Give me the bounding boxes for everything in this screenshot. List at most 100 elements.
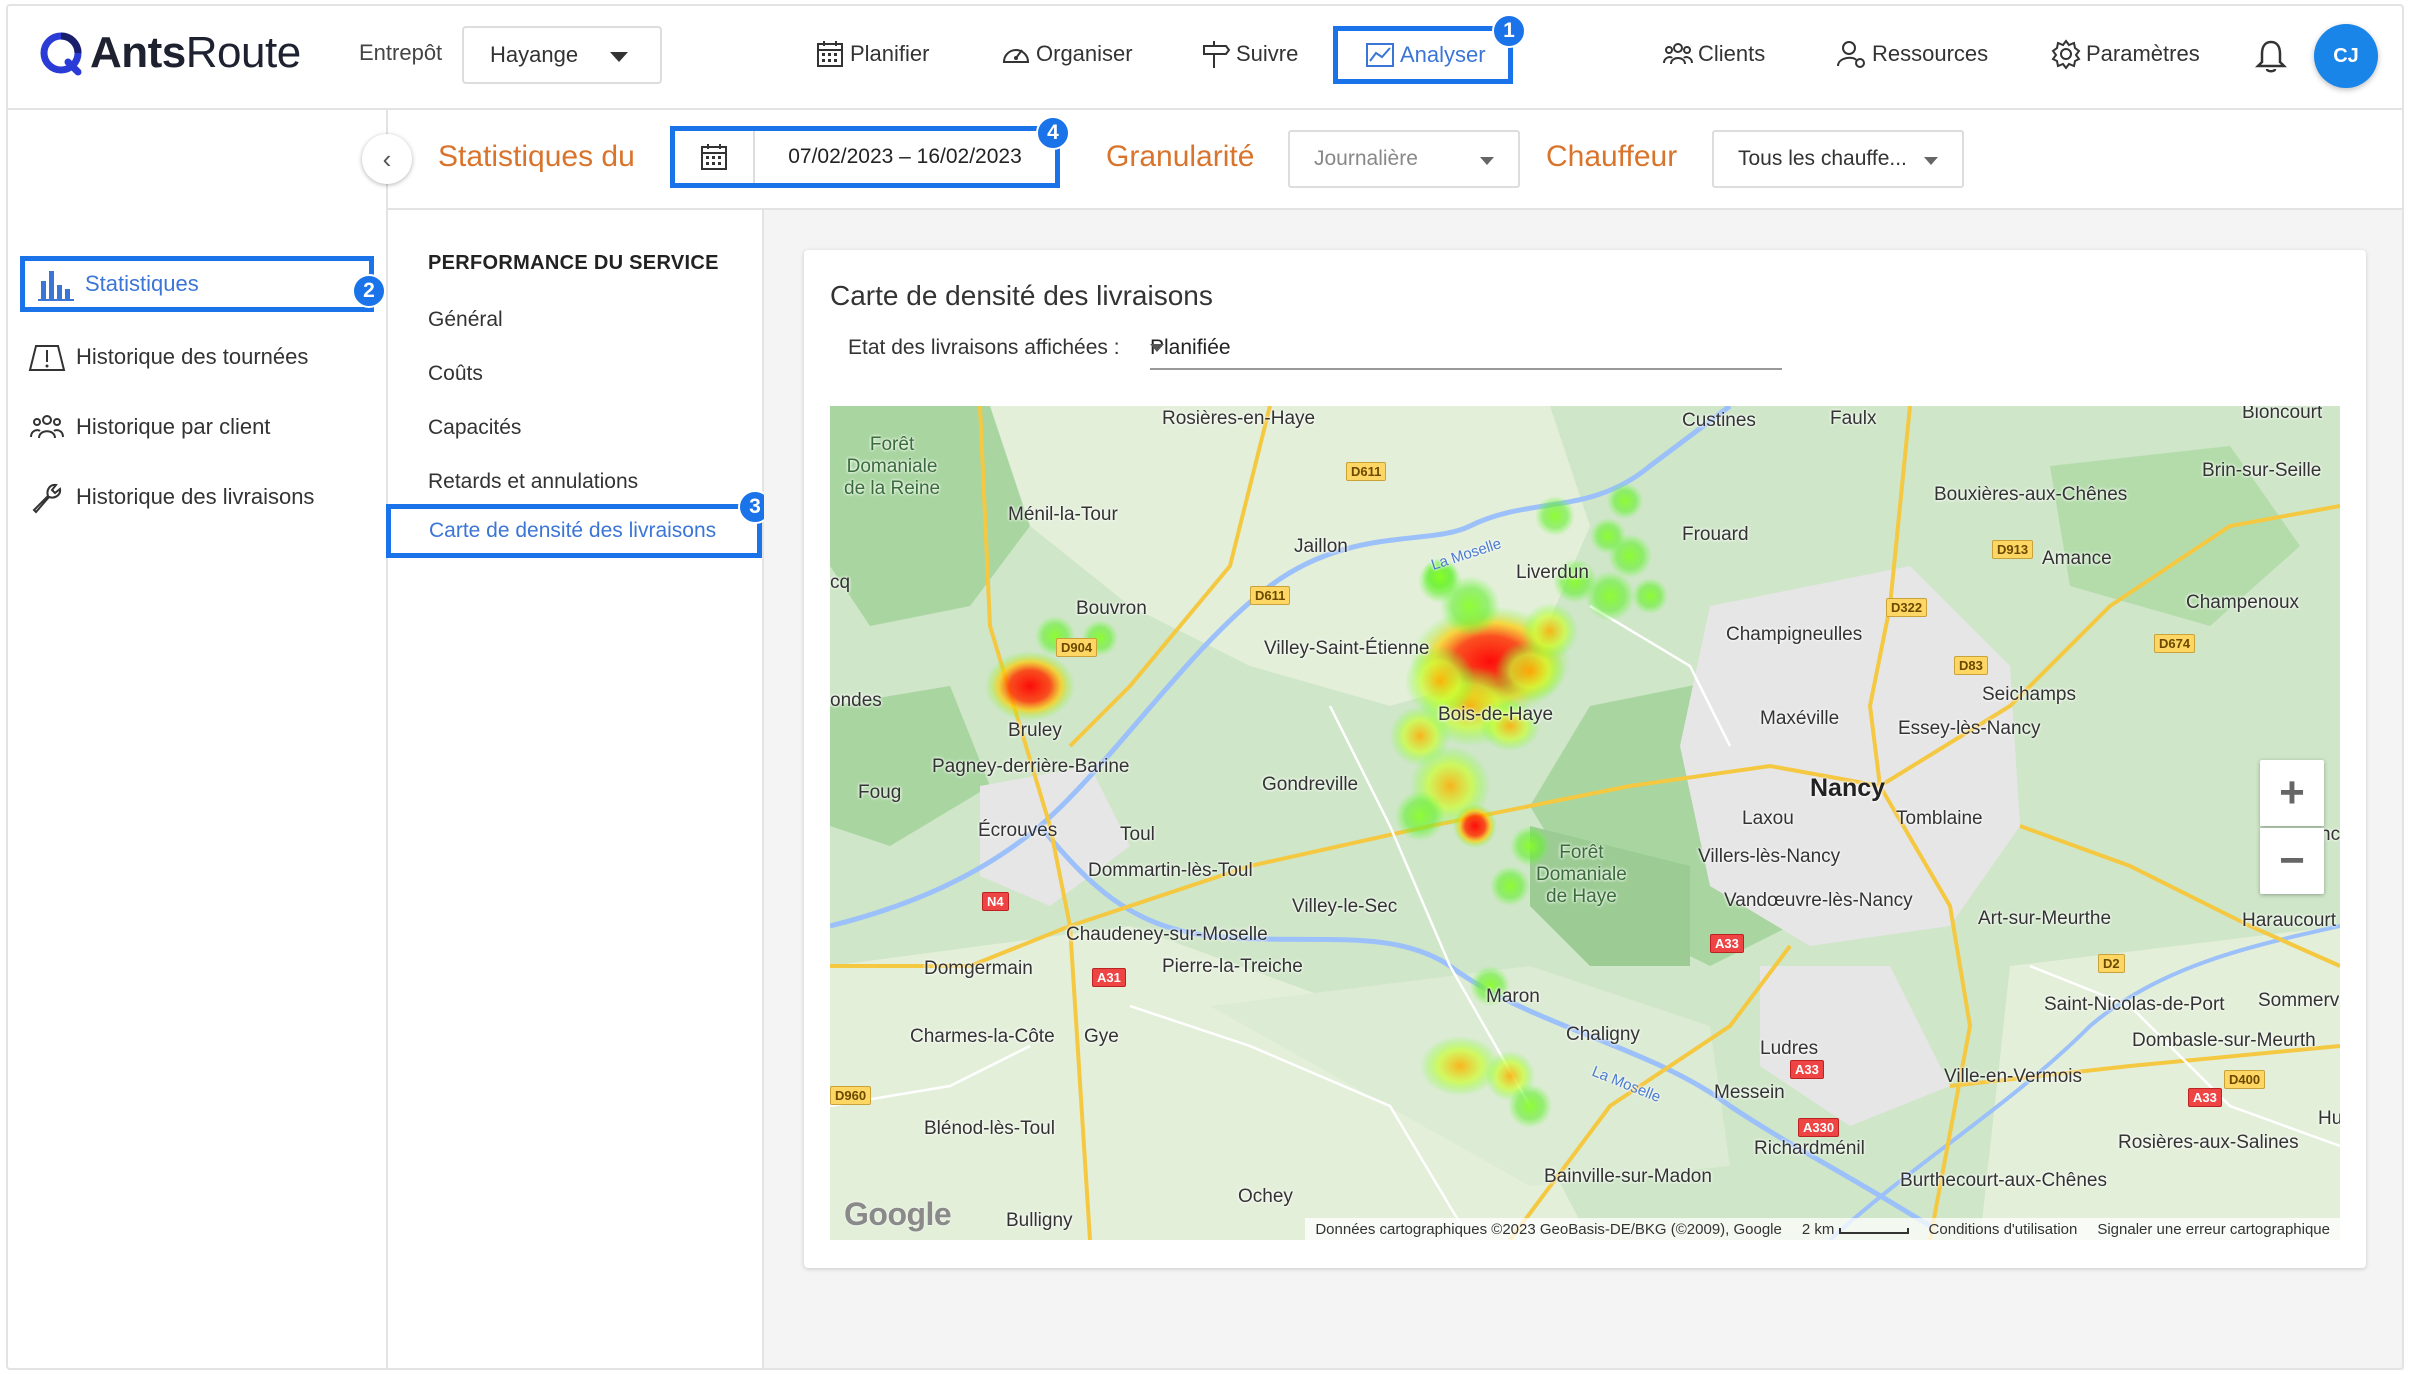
user-avatar[interactable]: CJ <box>2314 24 2378 88</box>
map-label: Brin-sur-Seille <box>2202 460 2322 481</box>
sidebar-item-historique-client[interactable]: Historique par client <box>28 410 270 444</box>
map-label: Toul <box>1120 824 1155 845</box>
delivery-state-select[interactable]: Planifiée <box>1150 330 1782 370</box>
step-badge-2: 2 <box>352 274 386 308</box>
map-terms-link[interactable]: Conditions d'utilisation <box>1929 1221 2078 1238</box>
delivery-density-map[interactable]: Rosières-en-Haye Custines Faulx Bioncour… <box>830 406 2340 1240</box>
antsroute-logo-icon <box>40 32 82 76</box>
submenu-item-couts[interactable]: Coûts <box>428 362 483 386</box>
map-label: Bioncourt <box>2242 406 2323 423</box>
sidebar-item-label: Statistiques <box>85 271 199 296</box>
road-shield: N4 <box>982 892 1009 911</box>
antsroute-logo[interactable]: AntsRoute <box>38 28 301 78</box>
road-shield: A33 <box>1790 1060 1824 1079</box>
submenu-item-label: Carte de densité des livraisons <box>429 519 717 542</box>
map-label: Charmes-la-Côte <box>910 1026 1055 1047</box>
nav-ressources[interactable]: Ressources <box>1836 36 1988 72</box>
map-label: Bois-de-Haye <box>1438 704 1554 725</box>
map-label: Burthecourt-aux-Chênes <box>1900 1170 2107 1191</box>
submenu-item-carte-densite[interactable]: Carte de densité des livraisons <box>386 504 762 558</box>
driver-select[interactable]: Tous les chauffe... <box>1712 130 1964 188</box>
road-shield: D611 <box>1250 586 1291 605</box>
map-label: Richardménil <box>1754 1138 1865 1159</box>
users-icon <box>1663 43 1693 65</box>
map-label: Bulligny <box>1006 1210 1073 1231</box>
logo-text: AntsRoute <box>90 28 301 77</box>
card-title: Carte de densité des livraisons <box>830 280 1213 311</box>
map-label: Amance <box>2042 548 2112 569</box>
map-zoom-in-button[interactable]: + <box>2260 760 2324 826</box>
map-label: Dommartin-lès-Toul <box>1088 860 1253 881</box>
nav-ressources-label: Ressources <box>1872 41 1989 66</box>
gear-icon <box>2051 39 2081 70</box>
analytics-chart-icon <box>1366 43 1394 67</box>
map-icon <box>28 345 66 371</box>
map-label: Jaillon <box>1294 536 1348 557</box>
map-label: Bainville-sur-Madon <box>1544 1166 1712 1187</box>
sidebar-item-statistiques[interactable]: Statistiques <box>20 256 374 312</box>
map-label: Art-sur-Meurthe <box>1978 908 2112 929</box>
road-shield: D611 <box>1346 462 1387 481</box>
road-shield: A330 <box>1798 1118 1840 1137</box>
map-label: ondes <box>830 690 882 711</box>
map-label: Maxéville <box>1760 708 1840 729</box>
submenu-item-capacites[interactable]: Capacités <box>428 416 521 440</box>
map-label-forest: Forêt Domaniale de la Reine <box>844 434 941 499</box>
date-range-picker[interactable]: 07/02/2023 – 16/02/2023 <box>670 126 1060 188</box>
map-label: Essey-lès-Nancy <box>1898 718 2041 739</box>
road-shield: D913 <box>1992 540 2034 559</box>
map-zoom-out-button[interactable]: − <box>2260 828 2324 894</box>
road-shield: A33 <box>1710 934 1744 953</box>
submenu-item-retards[interactable]: Retards et annulations <box>428 470 638 494</box>
submenu-item-general[interactable]: Général <box>428 308 503 332</box>
google-logo[interactable]: Google <box>844 1196 952 1233</box>
map-label: Champenoux <box>2186 592 2300 613</box>
warehouse-select[interactable]: Hayange <box>462 26 662 84</box>
nav-clients[interactable]: Clients <box>1662 36 1765 72</box>
nav-suivre-label: Suivre <box>1236 41 1299 66</box>
map-label: cq <box>830 572 851 593</box>
collapse-sidebar-button[interactable]: ‹ <box>362 134 412 184</box>
nav-parametres[interactable]: Paramètres <box>2050 36 2200 72</box>
map-label: Ménil-la-Tour <box>1008 504 1118 525</box>
map-label: Custines <box>1682 410 1756 431</box>
nav-organiser-label: Organiser <box>1036 41 1133 66</box>
map-label: Bruley <box>1008 720 1062 741</box>
sidebar-item-historique-livraisons[interactable]: Historique des livraisons <box>28 480 314 514</box>
granularity-label: Granularité <box>1106 140 1255 173</box>
nav-analyser[interactable]: Analyser <box>1333 26 1513 84</box>
map-label: Laxou <box>1742 808 1794 829</box>
granularity-select[interactable]: Journalière <box>1288 130 1520 188</box>
submenu-heading: PERFORMANCE DU SERVICE <box>428 252 719 274</box>
map-label: Ochey <box>1238 1186 1293 1207</box>
road-shield: D83 <box>1954 656 1988 675</box>
map-report-link[interactable]: Signaler une erreur cartographique <box>2097 1221 2330 1238</box>
calendar-icon <box>701 144 727 170</box>
map-label: Gondreville <box>1262 774 1359 795</box>
map-label: Villers-lès-Nancy <box>1698 846 1841 867</box>
bell-icon[interactable] <box>2254 38 2288 74</box>
warehouse-label: Entrepôt <box>359 40 443 65</box>
map-label: Blénod-lès-Toul <box>924 1118 1055 1139</box>
sidebar-item-label: Historique des tournées <box>76 344 309 369</box>
map-scale[interactable]: 2 km <box>1802 1221 1909 1238</box>
step-badge-4: 4 <box>1036 116 1070 150</box>
date-range-value: 07/02/2023 – 16/02/2023 <box>788 145 1022 168</box>
chevron-down-icon <box>1924 157 1938 165</box>
map-label: Écrouves <box>978 820 1058 841</box>
step-badge-1: 1 <box>1492 14 1526 48</box>
nav-suivre[interactable]: Suivre <box>1200 36 1298 72</box>
sidebar-item-historique-tournees[interactable]: Historique des tournées <box>28 340 308 374</box>
driver-label: Chauffeur <box>1546 140 1678 173</box>
map-label: Domgermain <box>924 958 1033 979</box>
chevron-down-icon <box>1150 344 1164 352</box>
map-label: Bouvron <box>1076 598 1147 619</box>
map-label: Vandœuvre-lès-Nancy <box>1724 890 1913 911</box>
chevron-left-icon: ‹ <box>382 143 392 174</box>
nav-planifier[interactable]: Planifier <box>814 36 929 72</box>
chevron-down-icon <box>610 52 628 62</box>
road-shield: D400 <box>2224 1070 2266 1089</box>
nav-organiser[interactable]: Organiser <box>1000 36 1133 72</box>
calendar-button[interactable] <box>675 131 755 183</box>
map-label: Dombasle-sur-Meurth <box>2132 1030 2316 1051</box>
